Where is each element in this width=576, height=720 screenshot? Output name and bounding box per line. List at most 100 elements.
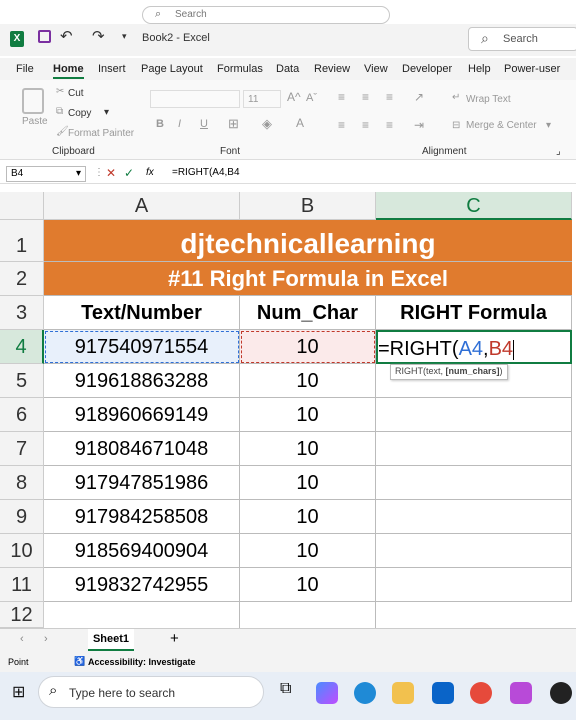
app-icon[interactable] bbox=[510, 682, 532, 704]
top-search-box[interactable]: ⌕ Search bbox=[142, 6, 390, 24]
row-header-12[interactable]: 12 bbox=[0, 602, 44, 628]
align-left-icon[interactable]: ≡ bbox=[338, 118, 345, 132]
grow-font-icon[interactable]: A^ bbox=[287, 90, 301, 104]
column-header-c[interactable]: C bbox=[376, 192, 572, 220]
row-header-5[interactable]: 5 bbox=[0, 364, 44, 398]
row-header-4[interactable]: 4 bbox=[0, 330, 44, 364]
insert-function-icon[interactable]: fx bbox=[146, 167, 154, 178]
cell-b12[interactable] bbox=[240, 602, 376, 628]
merge-center-button[interactable]: Merge & Center bbox=[466, 120, 537, 131]
tab-home[interactable]: Home bbox=[53, 63, 84, 79]
cell-b5[interactable]: 10 bbox=[240, 364, 376, 398]
corner-select-all[interactable] bbox=[0, 192, 44, 220]
row-header-2[interactable]: 2 bbox=[0, 262, 44, 296]
row-header-11[interactable]: 11 bbox=[0, 568, 44, 602]
cell-b9[interactable]: 10 bbox=[240, 500, 376, 534]
edge-icon[interactable] bbox=[354, 682, 376, 704]
banner-title[interactable]: djtechnicallearning bbox=[44, 220, 572, 262]
header-right-formula[interactable]: RIGHT Formula bbox=[376, 296, 572, 330]
add-sheet-icon[interactable]: + bbox=[170, 630, 179, 647]
tab-review[interactable]: Review bbox=[314, 63, 350, 75]
undo-icon[interactable]: ↶ bbox=[60, 27, 73, 45]
cell-c4-editing[interactable]: =RIGHT(A4,B4 bbox=[376, 330, 572, 364]
cell-a5[interactable]: 919618863288 bbox=[44, 364, 240, 398]
cell-c8[interactable] bbox=[376, 466, 572, 500]
cell-a12[interactable] bbox=[44, 602, 240, 628]
cell-a7[interactable]: 918084671048 bbox=[44, 432, 240, 466]
copy-dropdown-icon[interactable]: ▾ bbox=[104, 107, 109, 118]
prev-sheet-icon[interactable]: ‹ bbox=[20, 633, 24, 645]
indent-icon[interactable]: ⇥ bbox=[414, 118, 424, 132]
merge-dropdown-icon[interactable]: ▾ bbox=[546, 120, 551, 131]
borders-icon[interactable]: ⊞ bbox=[228, 116, 239, 132]
row-header-9[interactable]: 9 bbox=[0, 500, 44, 534]
cell-b8[interactable]: 10 bbox=[240, 466, 376, 500]
cell-a10[interactable]: 918569400904 bbox=[44, 534, 240, 568]
row-header-3[interactable]: 3 bbox=[0, 296, 44, 330]
align-right-icon[interactable]: ≡ bbox=[386, 118, 393, 132]
tab-help[interactable]: Help bbox=[468, 63, 491, 75]
sheet-tab-sheet1[interactable]: Sheet1 bbox=[88, 629, 134, 651]
copilot-icon[interactable] bbox=[316, 682, 338, 704]
file-explorer-icon[interactable] bbox=[392, 682, 414, 704]
header-num-char[interactable]: Num_Char bbox=[240, 296, 376, 330]
font-name-dropdown[interactable] bbox=[150, 90, 240, 108]
cell-b7[interactable]: 10 bbox=[240, 432, 376, 466]
accessibility-icon[interactable]: ♿ bbox=[74, 656, 85, 667]
cut-button[interactable]: Cut bbox=[68, 88, 84, 99]
obs-icon[interactable] bbox=[550, 682, 572, 704]
cell-b4[interactable]: 10 bbox=[240, 330, 376, 364]
fill-color-icon[interactable]: ◈ bbox=[262, 116, 272, 132]
chrome-icon[interactable] bbox=[470, 682, 492, 704]
title-search-box[interactable]: ⌕ Search bbox=[468, 27, 576, 51]
qat-dropdown-icon[interactable]: ▾ bbox=[122, 31, 127, 42]
tab-insert[interactable]: Insert bbox=[98, 63, 126, 75]
align-middle-icon[interactable]: ≡ bbox=[362, 90, 369, 104]
copy-button[interactable]: Copy bbox=[68, 108, 91, 119]
paste-button[interactable]: Paste bbox=[22, 116, 48, 127]
name-box[interactable]: B4 ▾ bbox=[6, 166, 86, 182]
cell-b11[interactable]: 10 bbox=[240, 568, 376, 602]
tab-page-layout[interactable]: Page Layout bbox=[141, 63, 203, 75]
orientation-icon[interactable]: ↗ bbox=[414, 90, 424, 104]
outlook-icon[interactable] bbox=[432, 682, 454, 704]
enter-icon[interactable]: ✓ bbox=[124, 166, 134, 180]
column-header-b[interactable]: B bbox=[240, 192, 376, 220]
task-view-icon[interactable]: ⧉ bbox=[280, 680, 291, 698]
tab-power-user[interactable]: Power-user bbox=[504, 63, 560, 75]
cell-a8[interactable]: 917947851986 bbox=[44, 466, 240, 500]
column-header-a[interactable]: A bbox=[44, 192, 240, 220]
shrink-font-icon[interactable]: Aˇ bbox=[306, 92, 317, 104]
tab-developer[interactable]: Developer bbox=[402, 63, 452, 75]
underline-button[interactable]: U bbox=[200, 118, 208, 130]
italic-button[interactable]: I bbox=[178, 118, 181, 130]
name-box-dropdown-icon[interactable]: ▾ bbox=[76, 168, 81, 179]
cell-a11[interactable]: 919832742955 bbox=[44, 568, 240, 602]
cancel-icon[interactable]: ✕ bbox=[106, 166, 116, 180]
align-center-icon[interactable]: ≡ bbox=[362, 118, 369, 132]
tab-file[interactable]: File bbox=[16, 63, 34, 75]
taskbar-search[interactable]: ⌕ Type here to search bbox=[38, 676, 264, 708]
format-painter-button[interactable]: Format Painter bbox=[68, 128, 134, 139]
cell-a6[interactable]: 918960669149 bbox=[44, 398, 240, 432]
cell-b6[interactable]: 10 bbox=[240, 398, 376, 432]
tab-view[interactable]: View bbox=[364, 63, 388, 75]
row-header-7[interactable]: 7 bbox=[0, 432, 44, 466]
cell-c9[interactable] bbox=[376, 500, 572, 534]
cell-b10[interactable]: 10 bbox=[240, 534, 376, 568]
banner-subtitle[interactable]: #11 Right Formula in Excel bbox=[44, 262, 572, 296]
next-sheet-icon[interactable]: › bbox=[44, 633, 48, 645]
cell-c6[interactable] bbox=[376, 398, 572, 432]
row-header-1[interactable]: 1 bbox=[0, 220, 44, 262]
font-size-dropdown[interactable]: 11 bbox=[243, 90, 281, 108]
align-bottom-icon[interactable]: ≡ bbox=[386, 90, 393, 104]
formula-input[interactable]: =RIGHT(A4,B4 bbox=[172, 167, 240, 178]
accessibility-status[interactable]: Accessibility: Investigate bbox=[88, 657, 196, 667]
redo-icon[interactable]: ↷ bbox=[92, 27, 105, 45]
cell-c10[interactable] bbox=[376, 534, 572, 568]
tab-data[interactable]: Data bbox=[276, 63, 299, 75]
alignment-launcher-icon[interactable]: ⌟ bbox=[556, 146, 561, 157]
cell-c7[interactable] bbox=[376, 432, 572, 466]
font-color-icon[interactable]: A bbox=[296, 116, 304, 130]
cell-c11[interactable] bbox=[376, 568, 572, 602]
